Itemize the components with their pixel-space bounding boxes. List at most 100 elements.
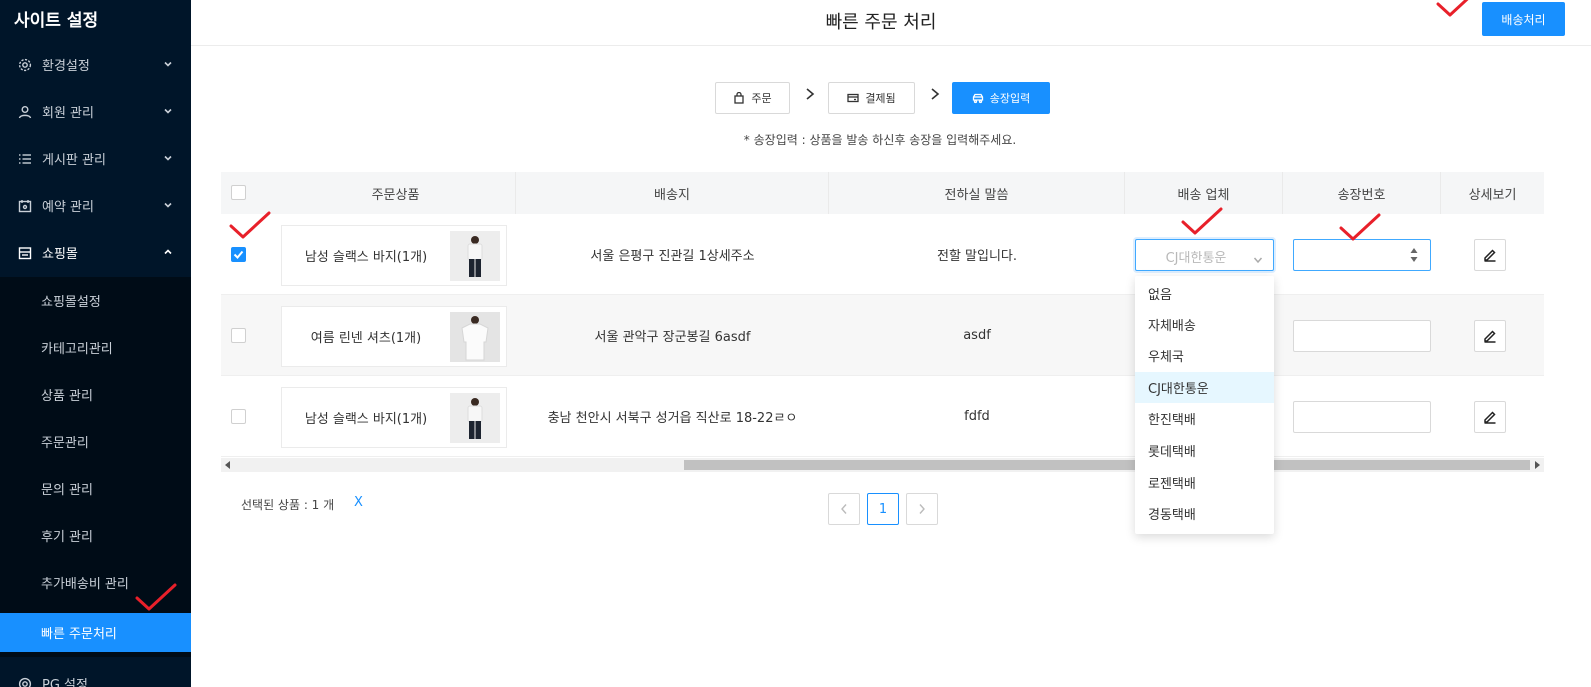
step-paid[interactable]: 결제됨 xyxy=(828,82,915,114)
menu-item-reservation[interactable]: 예약 관리 xyxy=(0,182,191,229)
menu-item-settings[interactable]: 환경설정 xyxy=(0,41,191,88)
page-header: 빠른 주문 처리 배송처리 xyxy=(191,0,1591,46)
edit-icon xyxy=(1484,411,1496,424)
submenu-quick-order[interactable]: 빠른 주문처리 xyxy=(0,613,191,652)
carrier-option[interactable]: 로젠택배 xyxy=(1135,467,1274,498)
submenu-shop-settings[interactable]: 쇼핑몰설정 xyxy=(0,277,191,324)
chevron-down-icon xyxy=(163,152,173,162)
product-name: 여름 린넨 셔츠(1개) xyxy=(310,331,422,346)
truck-icon xyxy=(972,93,983,104)
calendar-icon xyxy=(18,199,32,213)
menu-item-members[interactable]: 회원 관리 xyxy=(0,88,191,135)
step-arrow-icon xyxy=(929,86,941,105)
submenu-orders[interactable]: 주문관리 xyxy=(0,418,191,465)
product-thumbnail xyxy=(450,312,500,362)
menu-item-label: 회원 관리 xyxy=(42,106,94,121)
th-product: 주문상품 xyxy=(276,172,516,214)
chevron-down-icon xyxy=(163,105,173,115)
menu-item-shop[interactable]: 쇼핑몰 xyxy=(0,229,191,276)
address-cell: 서울 은평구 진관길 1상세주소 xyxy=(590,249,755,264)
scroll-left-icon[interactable] xyxy=(225,461,230,469)
carrier-option[interactable]: 롯데택배 xyxy=(1135,435,1274,466)
menu-item-label: 예약 관리 xyxy=(42,200,94,215)
step-label: 결제됨 xyxy=(865,92,896,105)
step-arrow-icon xyxy=(804,86,816,105)
invoice-number-input[interactable] xyxy=(1293,401,1431,433)
product-card: 남성 슬랙스 바지(1개) xyxy=(281,387,507,448)
edit-icon xyxy=(1484,249,1496,262)
annotation-check-icon xyxy=(1180,206,1224,240)
submenu-reviews[interactable]: 후기 관리 xyxy=(0,512,191,559)
scroll-right-icon[interactable] xyxy=(1535,461,1540,469)
table-row: 남성 슬랙스 바지(1개) 충남 천안시 서북구 성거읍 직산로 18-22ㄹㅇ… xyxy=(221,376,1544,457)
page-button-1[interactable]: 1 xyxy=(867,493,899,525)
step-label: 주문 xyxy=(751,92,772,105)
carrier-option-selected[interactable]: CJ대한통운 xyxy=(1135,372,1274,403)
message-cell: 전할 말입니다. xyxy=(936,249,1018,264)
chevron-right-icon xyxy=(919,504,925,514)
table-header: 주문상품 배송지 전하실 말씀 배송 업체 송장번호 상세보기 xyxy=(221,172,1544,214)
number-spinner-icon[interactable] xyxy=(1410,246,1418,264)
sidebar-title: 사이트 설정 xyxy=(14,11,99,31)
detail-edit-button[interactable] xyxy=(1474,239,1506,271)
step-invoice[interactable]: 송장입력 xyxy=(952,82,1050,114)
scrollbar-thumb[interactable] xyxy=(684,460,1530,470)
row-checkbox[interactable] xyxy=(231,247,246,262)
row-checkbox[interactable] xyxy=(231,328,246,343)
carrier-option[interactable]: 경동택배 xyxy=(1135,498,1274,529)
carrier-option[interactable]: 자체배송 xyxy=(1135,309,1274,340)
submenu-category[interactable]: 카테고리관리 xyxy=(0,324,191,371)
carrier-select[interactable]: CJ대한통운 xyxy=(1135,239,1274,271)
menu-item-board[interactable]: 게시판 관리 xyxy=(0,135,191,182)
card-icon xyxy=(847,93,859,103)
table-row: 여름 린넨 셔츠(1개) 서울 관악구 장군봉길 6asdf asdf xyxy=(221,295,1544,376)
annotation-check-icon xyxy=(134,582,178,616)
chevron-up-icon xyxy=(163,246,173,256)
message-cell: asdf xyxy=(963,328,991,343)
chevron-left-icon xyxy=(841,504,847,514)
invoice-number-input[interactable] xyxy=(1293,320,1431,352)
user-icon xyxy=(18,105,32,119)
list-icon xyxy=(18,152,32,166)
annotation-check-icon xyxy=(228,210,272,244)
product-card: 남성 슬랙스 바지(1개) xyxy=(281,225,507,286)
menu-item-label: PG 설정 xyxy=(42,678,88,687)
carrier-dropdown: 없음 자체배송 우체국 CJ대한통운 한진택배 롯데택배 로젠택배 경동택배 xyxy=(1135,276,1274,534)
product-thumbnail xyxy=(450,231,500,281)
product-thumbnail xyxy=(450,393,500,443)
table-horizontal-scrollbar[interactable] xyxy=(221,458,1544,472)
product-name: 남성 슬랙스 바지(1개) xyxy=(304,412,428,427)
address-cell: 서울 관악구 장군봉길 6asdf xyxy=(594,330,751,345)
product-name: 남성 슬랙스 바지(1개) xyxy=(304,250,428,265)
detail-edit-button[interactable] xyxy=(1474,401,1506,433)
carrier-option[interactable]: 없음 xyxy=(1135,278,1274,309)
product-card: 여름 린넨 셔츠(1개) xyxy=(281,306,507,367)
app-root: 사이트 설정 환경설정 회원 관리 게시판 관리 예약 관리 쇼핑몰 쇼핑몰설정… xyxy=(0,0,1591,687)
select-all-checkbox[interactable] xyxy=(231,185,246,200)
shop-icon xyxy=(18,246,32,260)
prev-page-button[interactable] xyxy=(828,493,860,525)
menu-item-pg[interactable]: PG 설정 xyxy=(0,660,191,687)
submenu-products[interactable]: 상품 관리 xyxy=(0,371,191,418)
ship-process-button[interactable]: 배송처리 xyxy=(1482,2,1565,36)
next-page-button[interactable] xyxy=(906,493,938,525)
invoice-notice: * 송장입력 : 상품을 발송 하신후 송장을 입력해주세요. xyxy=(743,133,1017,147)
carrier-option[interactable]: 우체국 xyxy=(1135,340,1274,371)
annotation-check-icon xyxy=(1338,212,1382,246)
chevron-down-icon xyxy=(163,199,173,209)
menu-item-label: 게시판 관리 xyxy=(42,153,106,168)
page-title: 빠른 주문 처리 xyxy=(825,12,937,33)
clear-selection-button[interactable]: X xyxy=(354,495,363,510)
th-detail: 상세보기 xyxy=(1468,187,1517,203)
row-checkbox[interactable] xyxy=(231,409,246,424)
selected-count: 선택된 상품 : 1 개 xyxy=(241,498,335,512)
bag-icon xyxy=(734,92,745,104)
detail-edit-button[interactable] xyxy=(1474,320,1506,352)
step-order[interactable]: 주문 xyxy=(715,82,790,114)
th-address: 배송지 xyxy=(516,172,829,214)
step-label: 송장입력 xyxy=(989,92,1031,105)
carrier-option[interactable]: 한진택배 xyxy=(1135,403,1274,434)
submenu-inquiries[interactable]: 문의 관리 xyxy=(0,465,191,512)
menu-item-label: 환경설정 xyxy=(42,59,90,74)
address-cell: 충남 천안시 서북구 성거읍 직산로 18-22ㄹㅇ xyxy=(547,411,798,426)
